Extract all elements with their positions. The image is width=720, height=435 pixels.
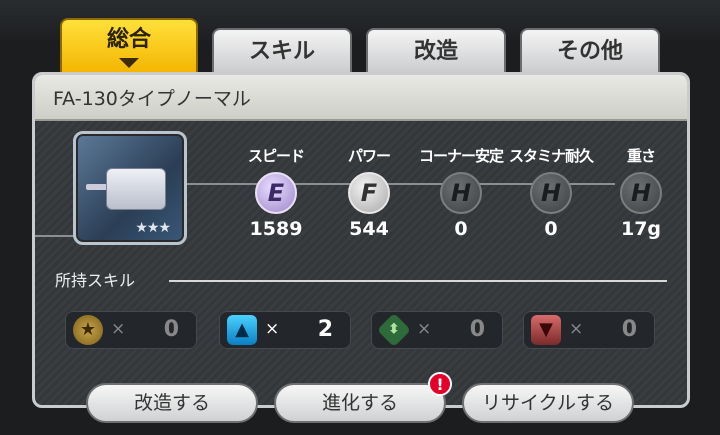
- stat-stamina-value: 0: [544, 218, 558, 240]
- stat-speed-label: スピード: [247, 147, 305, 165]
- stat-weight: 重さ H 17g: [596, 145, 686, 240]
- tab-overview-label: 総合: [106, 27, 151, 52]
- stat-power: パワー F 544: [324, 145, 414, 240]
- motor-shaft: [86, 184, 108, 190]
- stat-cornering: コーナー安定 H 0: [416, 145, 506, 240]
- tab-modify-label: 改造: [413, 39, 458, 64]
- skill-up[interactable]: ▲ × 2: [219, 311, 351, 349]
- stat-speed-value: 1589: [249, 218, 303, 240]
- skill-count: 2: [317, 317, 333, 342]
- tab-overview[interactable]: 総合: [60, 18, 198, 74]
- tab-modify[interactable]: 改造: [366, 28, 506, 74]
- stat-speed-grade-badge: E: [255, 172, 297, 214]
- down-arrow-icon: ▼: [531, 315, 561, 345]
- evolve-button[interactable]: 進化する: [274, 383, 446, 423]
- star-icon: ★: [73, 315, 103, 345]
- modify-button[interactable]: 改造する: [86, 383, 258, 423]
- skill-count: 0: [621, 317, 637, 342]
- stat-weight-label: 重さ: [626, 147, 656, 165]
- part-name: FA-130タイプノーマル: [53, 88, 251, 110]
- tab-active-arrow-icon: [119, 58, 139, 68]
- recycle-button[interactable]: リサイクルする: [462, 383, 634, 423]
- skill-star[interactable]: ★ × 0: [65, 311, 197, 349]
- stat-cornering-value: 0: [454, 218, 468, 240]
- skill-count: 0: [163, 317, 179, 342]
- skill-count: 0: [469, 317, 485, 342]
- skill-down[interactable]: ▼ × 0: [523, 311, 655, 349]
- skill-times: ×: [111, 319, 126, 339]
- diamond-arrow-icon: ⬍: [377, 313, 411, 347]
- skill-diamond[interactable]: ⬍ × 0: [371, 311, 503, 349]
- stat-power-value: 544: [349, 218, 389, 240]
- up-arrow-icon: ▲: [227, 315, 257, 345]
- stat-stamina-label: スタミナ耐久: [508, 147, 594, 165]
- stat-cornering-label: コーナー安定: [418, 147, 504, 165]
- stat-power-grade-badge: F: [348, 172, 390, 214]
- panel-header: FA-130タイプノーマル: [35, 75, 687, 121]
- skill-times: ×: [569, 319, 584, 339]
- part-detail-panel: FA-130タイプノーマル ★★★ スピード E 1589 パワー F 544 …: [32, 72, 690, 408]
- stat-weight-value: 17g: [620, 218, 662, 240]
- skill-times: ×: [265, 319, 280, 339]
- part-image-frame[interactable]: ★★★: [73, 131, 187, 245]
- tab-skills[interactable]: スキル: [212, 28, 352, 74]
- skill-times: ×: [417, 319, 432, 339]
- owned-skills-heading: 所持スキル: [55, 271, 136, 290]
- stat-stamina: スタミナ耐久 H 0: [506, 145, 596, 240]
- stat-weight-grade-badge: H: [620, 172, 662, 214]
- evolve-alert-badge: !: [428, 372, 452, 396]
- rarity-stars: ★★★: [135, 220, 171, 236]
- stat-cornering-grade-badge: H: [440, 172, 482, 214]
- tab-other[interactable]: その他: [520, 28, 660, 74]
- connector-line-left: [35, 235, 75, 237]
- stat-stamina-grade-badge: H: [530, 172, 572, 214]
- stat-power-label: パワー: [347, 147, 391, 165]
- motor-icon: [106, 168, 166, 210]
- stat-speed: スピード E 1589: [231, 145, 321, 240]
- tab-skills-label: スキル: [248, 39, 315, 64]
- owned-skills-divider: [169, 280, 667, 282]
- tab-other-label: その他: [556, 39, 623, 64]
